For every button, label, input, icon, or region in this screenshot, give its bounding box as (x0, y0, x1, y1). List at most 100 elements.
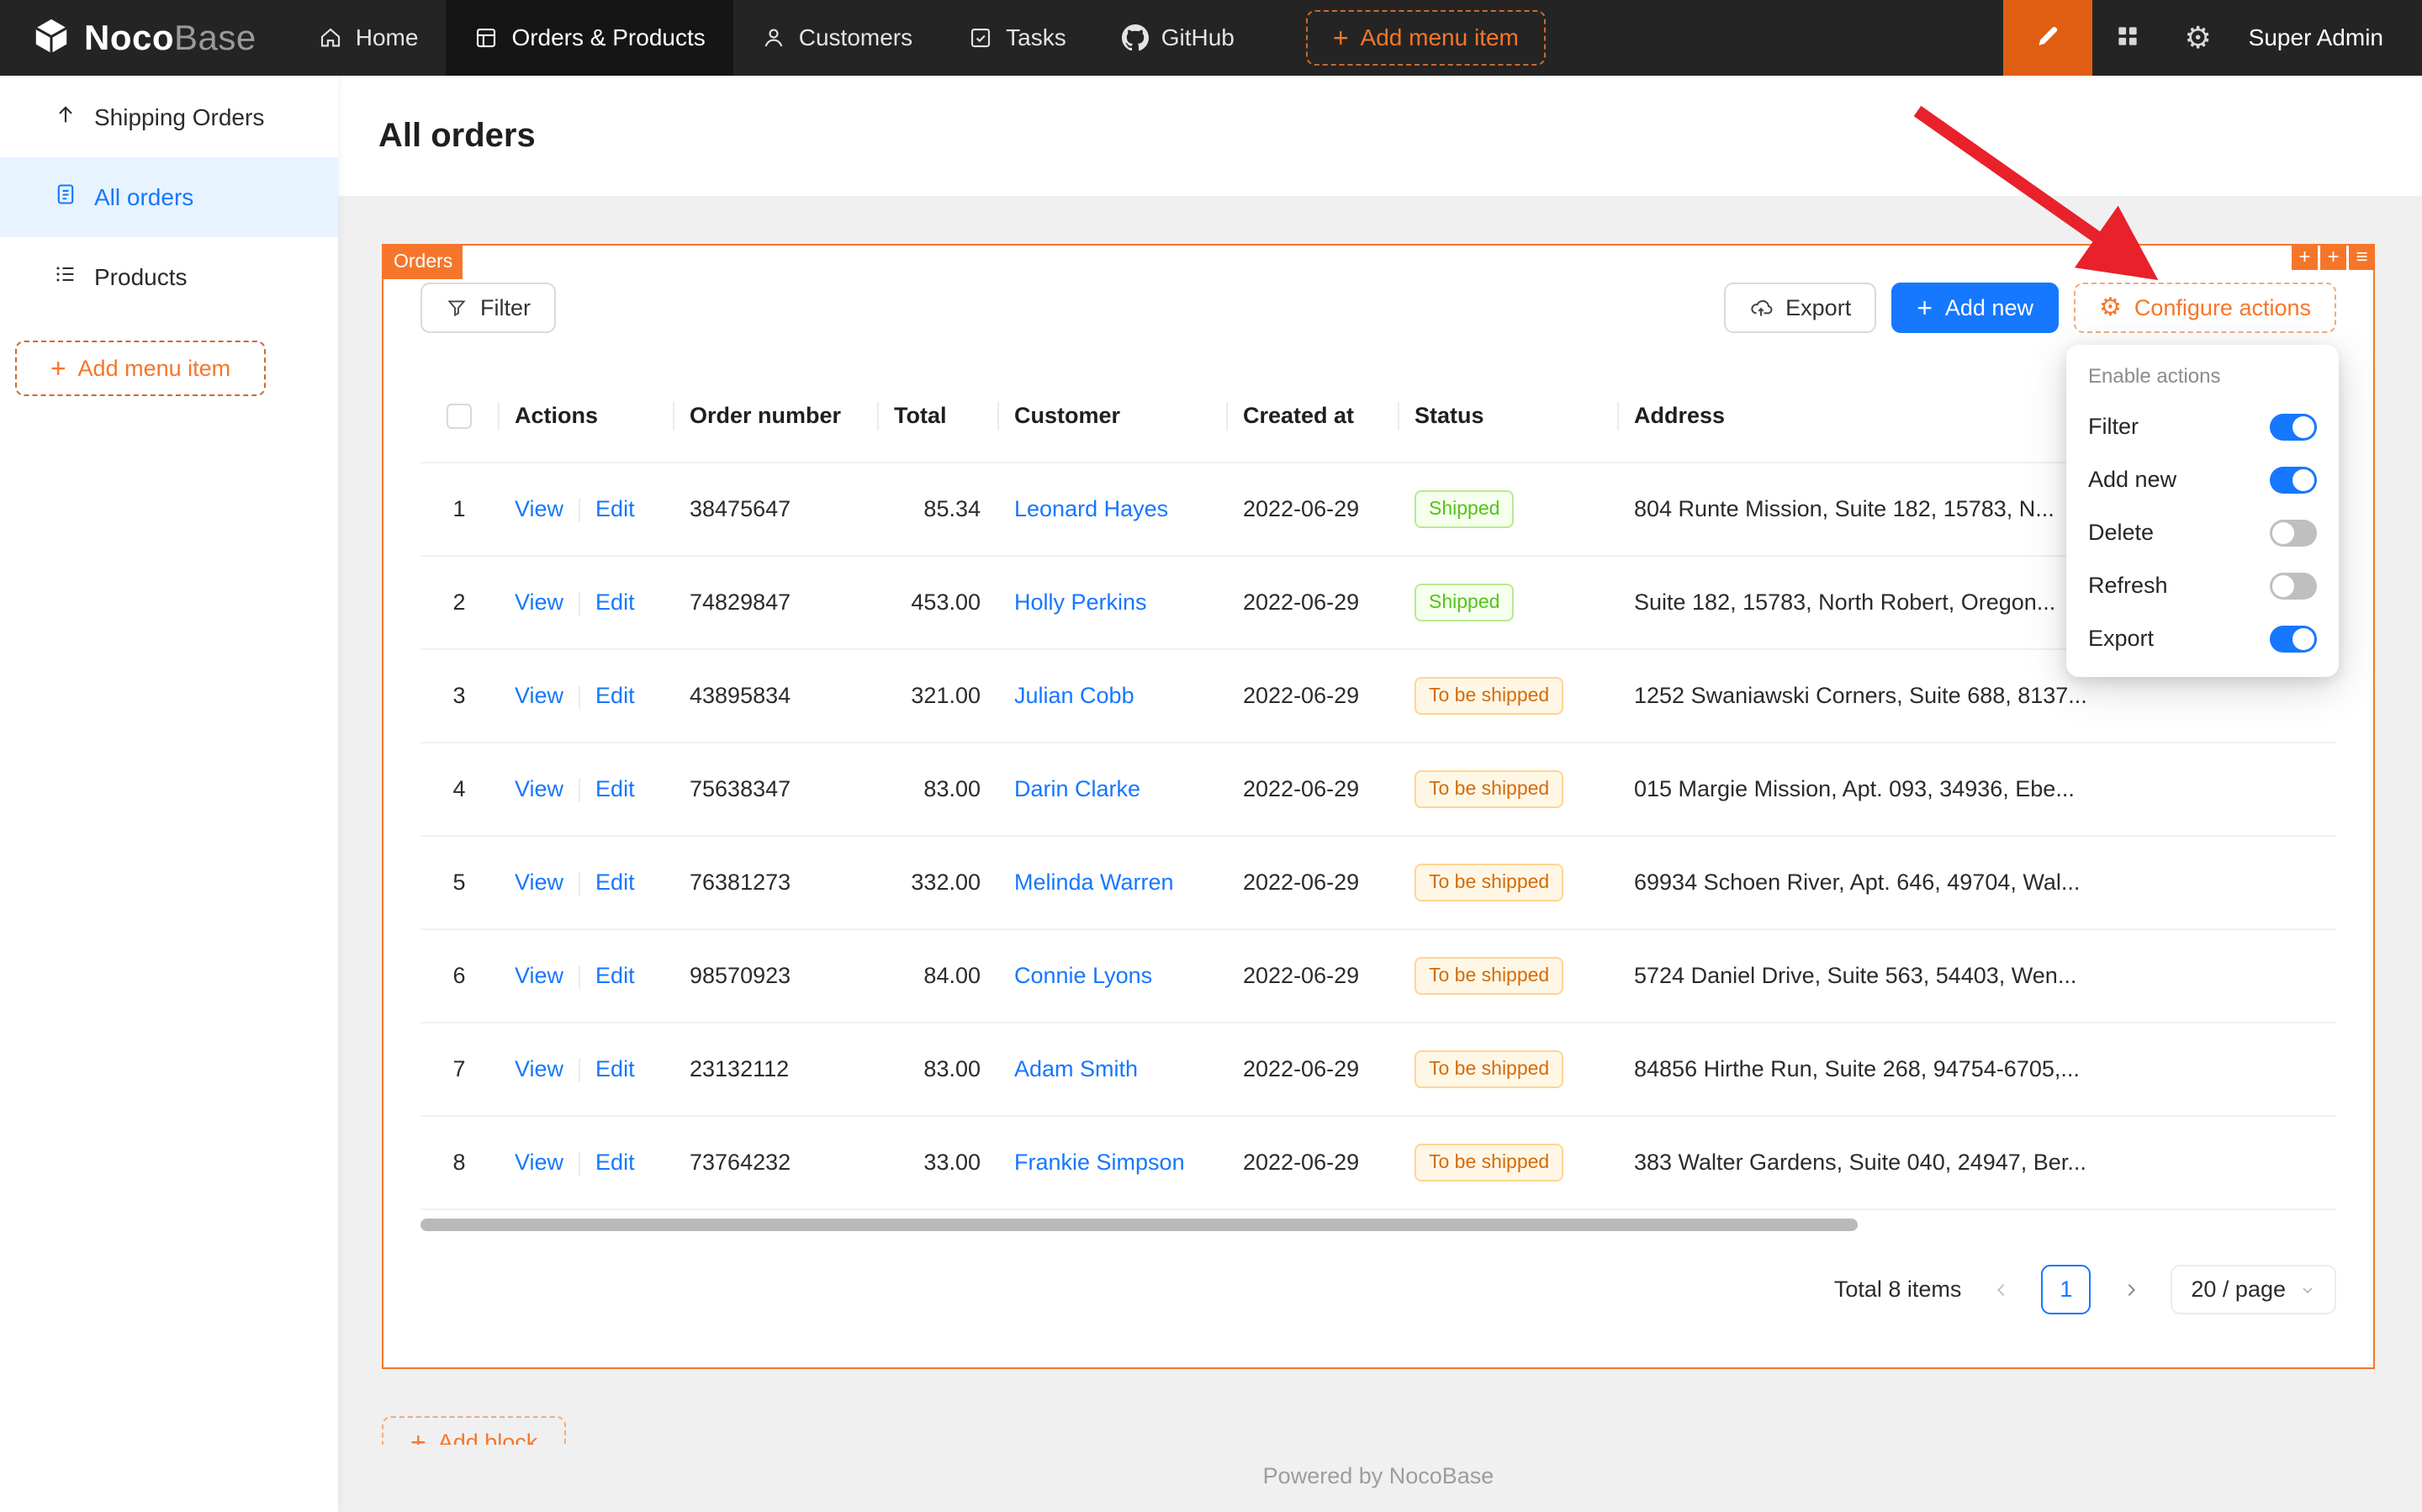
block-menu-icon[interactable]: ≡ (2349, 244, 2375, 270)
row-index: 8 (452, 1150, 465, 1175)
powered-by-footer: Powered by NocoBase (382, 1463, 2375, 1512)
status-badge: To be shipped (1415, 1144, 1563, 1182)
export-button[interactable]: Export (1724, 283, 1876, 333)
column-header-order-number[interactable]: Order number (673, 370, 877, 463)
column-header-customer[interactable]: Customer (997, 370, 1226, 463)
add-block-button[interactable]: + Add block (382, 1416, 566, 1445)
row-index: 7 (452, 1056, 465, 1081)
dropdown-item[interactable]: Delete (2075, 506, 2330, 559)
plugins-grid-button[interactable] (2092, 0, 2163, 76)
view-link[interactable]: View (515, 1056, 563, 1081)
table-row[interactable]: 2 ViewEdit 74829847 453.00 Holly Perkins… (420, 556, 2336, 649)
edit-link[interactable]: Edit (595, 1150, 635, 1175)
toggle-switch[interactable] (2270, 520, 2317, 547)
edit-link[interactable]: Edit (595, 589, 635, 615)
nav-item-tasks[interactable]: Tasks (940, 0, 1094, 76)
column-header-status[interactable]: Status (1398, 370, 1617, 463)
customer-link[interactable]: Julian Cobb (1014, 683, 1134, 708)
edit-link[interactable]: Edit (595, 496, 635, 521)
toggle-switch[interactable] (2270, 414, 2317, 441)
customer-link[interactable]: Leonard Hayes (1014, 496, 1168, 521)
sidebar-item-shipping-orders[interactable]: Shipping Orders (0, 77, 338, 157)
view-link[interactable]: View (515, 870, 563, 895)
customer-link[interactable]: Melinda Warren (1014, 870, 1174, 895)
scrollbar-thumb[interactable] (420, 1219, 1858, 1231)
settings-button[interactable]: ⚙ (2163, 0, 2234, 76)
add-column-icon[interactable]: + (2292, 244, 2318, 270)
add-new-button[interactable]: + Add new (1891, 283, 2059, 333)
table-row[interactable]: 4 ViewEdit 75638347 83.00 Darin Clarke 2… (420, 743, 2336, 836)
toggle-switch[interactable] (2270, 626, 2317, 653)
view-link[interactable]: View (515, 589, 563, 615)
cell-total: 321.00 (877, 649, 997, 743)
table-row[interactable]: 7 ViewEdit 23132112 83.00 Adam Smith 202… (420, 1023, 2336, 1116)
customer-link[interactable]: Darin Clarke (1014, 776, 1140, 801)
cell-total: 33.00 (877, 1116, 997, 1209)
nav-item-github[interactable]: GitHub (1094, 0, 1262, 76)
add-block-icon[interactable]: + (2320, 244, 2346, 270)
dropdown-item[interactable]: Filter (2075, 400, 2330, 453)
view-link[interactable]: View (515, 683, 563, 708)
view-link[interactable]: View (515, 776, 563, 801)
edit-link[interactable]: Edit (595, 963, 635, 988)
configure-actions-button[interactable]: ⚙ Configure actions (2074, 283, 2336, 333)
gear-icon: ⚙ (2185, 23, 2212, 53)
add-menu-item-button[interactable]: + Add menu item (1306, 10, 1546, 66)
cell-order-number: 74829847 (673, 556, 877, 649)
customer-link[interactable]: Holly Perkins (1014, 589, 1147, 615)
table-row[interactable]: 5 ViewEdit 76381273 332.00 Melinda Warre… (420, 836, 2336, 929)
plus-icon: + (410, 1429, 426, 1445)
table-row[interactable]: 3 ViewEdit 43895834 321.00 Julian Cobb 2… (420, 649, 2336, 743)
configure-actions-dropdown: Enable actions Filter Add new Delete Ref… (2066, 345, 2339, 677)
customer-link[interactable]: Connie Lyons (1014, 963, 1152, 988)
ui-editor-toggle-button[interactable] (2003, 0, 2092, 76)
app: NocoBase Home Orders & Products Customer… (0, 0, 2422, 1512)
edit-link[interactable]: Edit (595, 776, 635, 801)
sidebar-add-menu-item-button[interactable]: + Add menu item (15, 341, 266, 396)
action-divider (579, 779, 580, 802)
cell-address: 69934 Schoen River, Apt. 646, 49704, Wal… (1617, 836, 2336, 929)
customer-link[interactable]: Adam Smith (1014, 1056, 1138, 1081)
select-all-checkbox[interactable] (447, 404, 472, 429)
edit-link[interactable]: Edit (595, 1056, 635, 1081)
view-link[interactable]: View (515, 496, 563, 521)
cell-created-at: 2022-06-29 (1226, 929, 1398, 1023)
edit-link[interactable]: Edit (595, 870, 635, 895)
cell-address: 5724 Daniel Drive, Suite 563, 54403, Wen… (1617, 929, 2336, 1023)
prev-page-button[interactable] (1976, 1265, 2026, 1314)
cell-order-number: 43895834 (673, 649, 877, 743)
toggle-switch[interactable] (2270, 573, 2317, 600)
main-menu: Home Orders & Products Customers Tasks (290, 0, 1262, 76)
user-menu[interactable]: Super Admin (2234, 24, 2422, 51)
dropdown-item[interactable]: Export (2075, 612, 2330, 665)
dropdown-item-label: Export (2088, 626, 2154, 652)
sidebar-item-label: Shipping Orders (94, 104, 264, 131)
dropdown-item[interactable]: Refresh (2075, 559, 2330, 612)
column-header-total[interactable]: Total (877, 370, 997, 463)
column-header-actions[interactable]: Actions (498, 370, 673, 463)
page-size-select[interactable]: 20 / page (2171, 1265, 2336, 1314)
sidebar-item-products[interactable]: Products (0, 237, 338, 317)
nav-item-orders-products[interactable]: Orders & Products (446, 0, 732, 76)
view-link[interactable]: View (515, 963, 563, 988)
dropdown-item[interactable]: Add new (2075, 453, 2330, 506)
plus-icon: + (1917, 294, 1933, 321)
filter-button[interactable]: Filter (420, 283, 556, 333)
nocobase-logo[interactable]: NocoBase (0, 0, 290, 76)
table-row[interactable]: 1 ViewEdit 38475647 85.34 Leonard Hayes … (420, 463, 2336, 556)
home-icon (318, 25, 343, 50)
view-link[interactable]: View (515, 1150, 563, 1175)
table-row[interactable]: 6 ViewEdit 98570923 84.00 Connie Lyons 2… (420, 929, 2336, 1023)
edit-link[interactable]: Edit (595, 683, 635, 708)
column-header-created-at[interactable]: Created at (1226, 370, 1398, 463)
next-page-button[interactable] (2106, 1265, 2155, 1314)
toggle-switch[interactable] (2270, 467, 2317, 494)
table-row[interactable]: 8 ViewEdit 73764232 33.00 Frankie Simpso… (420, 1116, 2336, 1209)
sidebar-item-all-orders[interactable]: All orders (0, 157, 338, 237)
row-index: 6 (452, 963, 465, 988)
nav-item-customers[interactable]: Customers (733, 0, 940, 76)
page-number-1[interactable]: 1 (2041, 1265, 2091, 1314)
cell-order-number: 23132112 (673, 1023, 877, 1116)
nav-item-home[interactable]: Home (290, 0, 447, 76)
customer-link[interactable]: Frankie Simpson (1014, 1150, 1185, 1175)
